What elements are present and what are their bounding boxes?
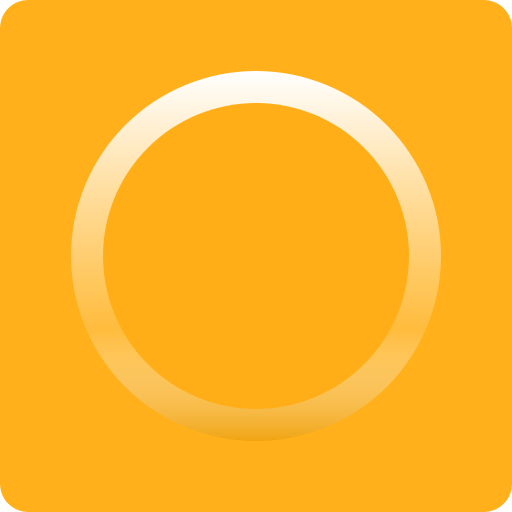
app-icon-tile[interactable] [0, 0, 512, 512]
ring-inner-disc [103, 103, 409, 409]
ring-icon [0, 0, 512, 512]
